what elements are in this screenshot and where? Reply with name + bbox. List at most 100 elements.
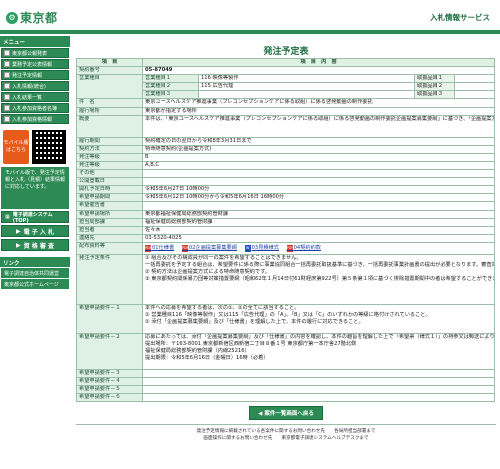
mobile-version-button[interactable]: モバイル版はこちら	[3, 130, 29, 164]
e-bid-button[interactable]: ▶ 電 子 入 札	[1, 225, 69, 237]
bullet-icon	[4, 83, 10, 89]
pdf-icon: PDF	[145, 244, 152, 252]
table-row: 担当局部課 福祉保健局総務部契約管財課	[76, 217, 496, 227]
business-value	[198, 90, 415, 100]
table-row: 希望申請要件－３	[76, 368, 496, 378]
table-row: 開札予定日時 令和5年6月27日 10時00分	[76, 185, 496, 195]
requirement-2-cell: 応募にあたっては、添付「企画提案募集要綱」及び「仕様書」の内容を確認し、本件の趣…	[141, 332, 496, 370]
published-date-value	[141, 177, 496, 187]
qualification-button[interactable]: ▶ 資 格 審 査	[1, 239, 69, 251]
e-procurement-top-button[interactable]: ▦ 電子調達システム(TOP)	[1, 211, 69, 224]
sidebar-menu-head: メニュー	[0, 36, 70, 47]
conditions-cell: ① 組合及びその構成員が同一の案件を希望することはできません。 一括再委託を予定…	[141, 253, 496, 305]
link-joint-operation[interactable]: 電子調達自治体共同運営	[1, 268, 69, 278]
doc-link-contract[interactable]: PDF 04契約約款	[286, 244, 321, 252]
business-no-label: 営業種目２	[142, 82, 199, 92]
row-label: 履行場所	[76, 106, 143, 116]
table-row: 発注等級 B	[76, 152, 496, 162]
table-row: 希望申請期間 令和5年6月12日 10時00分から令和5年6月16日 16時00分	[76, 193, 496, 203]
requirement-line: 提出場所：〒163-8001 東京都新宿区西新宿二丁目８番１号 東京都庁第一本庁…	[145, 340, 357, 347]
back-to-list-button[interactable]: ◀ 案件一覧画面へ戻る	[249, 406, 323, 421]
table-row: 件 名東京ユースヘルスケア推進事業（プレコンセプションケアに係る取組）に係る啓発…	[76, 98, 496, 108]
grid-icon: ▦	[5, 214, 10, 220]
sidebar-item-gazette[interactable]: 東京都公報発表	[1, 48, 69, 58]
documents-cell: PDF 01仕様書 PDF 02企画提案募集要綱 W 03見積様式 PDF 04契約約款	[141, 241, 496, 255]
table-row: 希望申請要件－１ 本件への応募を希望する者は、次の①、②の全てに該当すること。 …	[76, 303, 496, 334]
business-value: 116 映像等製作	[198, 74, 415, 84]
service-title: 入札情報サービス	[430, 13, 490, 22]
row-label: 発注予定条件	[76, 253, 143, 305]
condition-line: ③ 東京都契約関係暴力団等対策措置要綱（昭和62年１月14日付61財経庶第922…	[145, 275, 495, 282]
requirement-line: 提出期限：令和5年6月16日（金曜日）16時（必着）	[145, 354, 269, 361]
doc-link-estimate[interactable]: W 03見積様式	[244, 244, 279, 252]
table-header: 項 目 項 目 内 容	[76, 57, 496, 68]
requirement-1-cell: 本件への応募を希望する者は、次の①、②の全てに該当すること。 ① 営業種目116…	[141, 303, 496, 334]
link-tokyo-official[interactable]: 東京都公式ホームページ	[1, 279, 69, 289]
contact-person-value: 佐々木	[141, 225, 496, 235]
row-label: 契約方法	[76, 144, 143, 154]
sidebar-item-qualification[interactable]: 入札参加資格情報	[1, 114, 69, 124]
application-place-value: 東京都福祉保健局総務部契約管財課	[141, 209, 496, 219]
phone-value: 03-5320-4025	[141, 233, 496, 243]
grade-value: B	[141, 152, 496, 162]
category-value	[453, 90, 496, 100]
sidebar-item-bid-results[interactable]: 入札結果一覧	[1, 92, 69, 102]
requirement-value	[141, 376, 496, 387]
table-row: 連絡先 03-5320-4025	[76, 233, 496, 243]
doc-link-spec[interactable]: PDF 01仕様書	[145, 244, 174, 252]
table-row: 担当者 佐々木	[76, 225, 496, 235]
sidebar-item-bid-info[interactable]: 入札情報(統合)	[1, 81, 69, 91]
mobile-note: モバイル版で、発注予定情報と入札（見積）結果情報に対応しています。	[1, 167, 69, 209]
site-header: ⚙ 東京都 入札情報サービス	[0, 0, 500, 30]
requirement-line: 福祉保健局総務部契約管財課（内線25216）	[145, 347, 250, 354]
bullet-icon	[4, 61, 10, 67]
sidebar-item-schedule[interactable]: 業務予定公表情報	[1, 59, 69, 69]
table-row: 契約番号 05-87049	[76, 66, 496, 76]
requirement-line: 本件への応募を希望する者は、次の①、②の全てに該当すること。	[145, 304, 300, 311]
contract-number: 05-87049	[141, 66, 496, 76]
mobile-section: モバイル版はこちら	[1, 128, 69, 166]
back-button-wrap: ◀ 案件一覧画面へ戻る	[74, 406, 498, 421]
qr-code-icon	[32, 130, 66, 164]
row-label: 公開登載日	[76, 177, 143, 187]
pdf-icon: PDF	[181, 244, 189, 252]
business-value: 115 広告代理	[198, 82, 415, 92]
main-content: 発注予定表 項 目 項 目 内 容 契約番号 05-87049 営業種目 営業種…	[74, 34, 498, 469]
footer-line: 画面操作に関するお問い合わせ先 東京都電子調達システムヘルプデスクまで	[203, 436, 369, 442]
opening-date-value: 令和5年6月27日 10時00分	[141, 185, 496, 195]
table-row: その他	[76, 169, 496, 179]
table-row: 公開登載日	[76, 177, 496, 187]
row-label: 希望申請要件－４	[76, 376, 143, 387]
table-row: 概要 本件は、「東京ユースヘルスケア推進事業（プレコンセプションケアに係る取組）に…	[76, 114, 496, 138]
row-label: 希望催告書	[76, 201, 143, 211]
bullet-icon	[4, 116, 10, 122]
row-label: 希望申請要件－６	[76, 393, 143, 403]
condition-line: ② 契約方法は企画提案方式による特命随意契約です。	[145, 268, 270, 275]
footer-line: 発注予定情報に掲載されている各案件に関するお問い合わせ先 各局所担当部署まで	[196, 429, 376, 435]
bullet-icon	[4, 72, 10, 78]
row-label: 担当者	[76, 225, 143, 235]
requirement-line: ② 添付「企画提案募集要綱」及び「仕様書」を理解した上で、本件の履行に対応できる…	[145, 318, 364, 325]
row-label: 開札予定日時	[76, 185, 143, 195]
row-label: その他	[76, 169, 143, 179]
business-no-label: 営業種目３	[142, 90, 199, 100]
category-label: 取扱品目２	[414, 82, 455, 92]
arrow-icon: ▶	[16, 227, 21, 235]
contract-method-value: 特命随意契約(企画提案方式)	[141, 144, 496, 154]
col-item-header: 項 目	[76, 57, 143, 68]
table-row: 希望申請要件－６	[76, 393, 496, 403]
category-label: 取扱品目１	[414, 74, 455, 84]
sidebar-item-order-plan[interactable]: 発注予定情報	[1, 70, 69, 80]
sidebar: メニュー 東京都公報発表 業務予定公表情報 発注予定情報 入札情報(統合) 入札…	[0, 34, 70, 469]
row-label: 履行期間	[76, 136, 143, 146]
logo-text: 東京都	[20, 11, 58, 25]
row-label: 配布資料等	[76, 241, 143, 255]
row-label: 発注等級	[76, 160, 143, 171]
table-row: 発注等級 A,B,C	[76, 160, 496, 171]
requirement-value	[141, 385, 496, 395]
sidebar-item-qualified-list[interactable]: 入札参加資格者名簿	[1, 103, 69, 113]
table-row: 希望申請要件－４	[76, 376, 496, 387]
tokyo-logo[interactable]: ⚙ 東京都	[6, 9, 58, 26]
doc-link-guidelines[interactable]: PDF 02企画提案募集要綱	[181, 244, 237, 252]
table-row: 営業種目 営業種目１ 116 映像等製作 取扱品目１	[76, 74, 496, 100]
